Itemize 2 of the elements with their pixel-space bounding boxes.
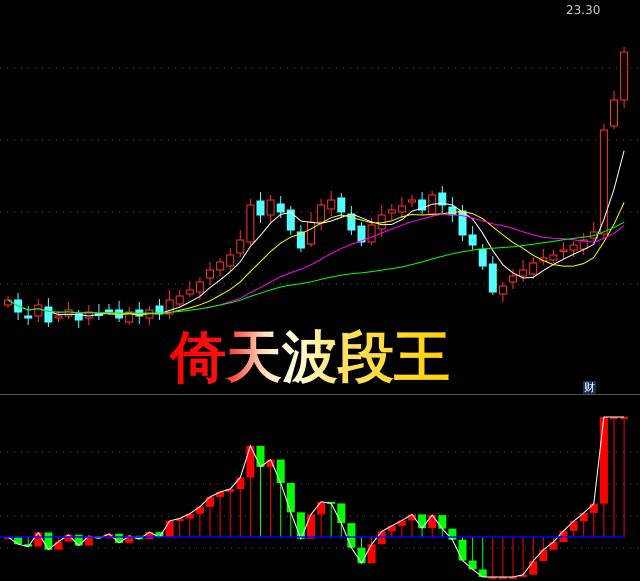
indicator-tag: 财 <box>583 381 596 394</box>
price-label: 23.30 <box>566 3 600 17</box>
